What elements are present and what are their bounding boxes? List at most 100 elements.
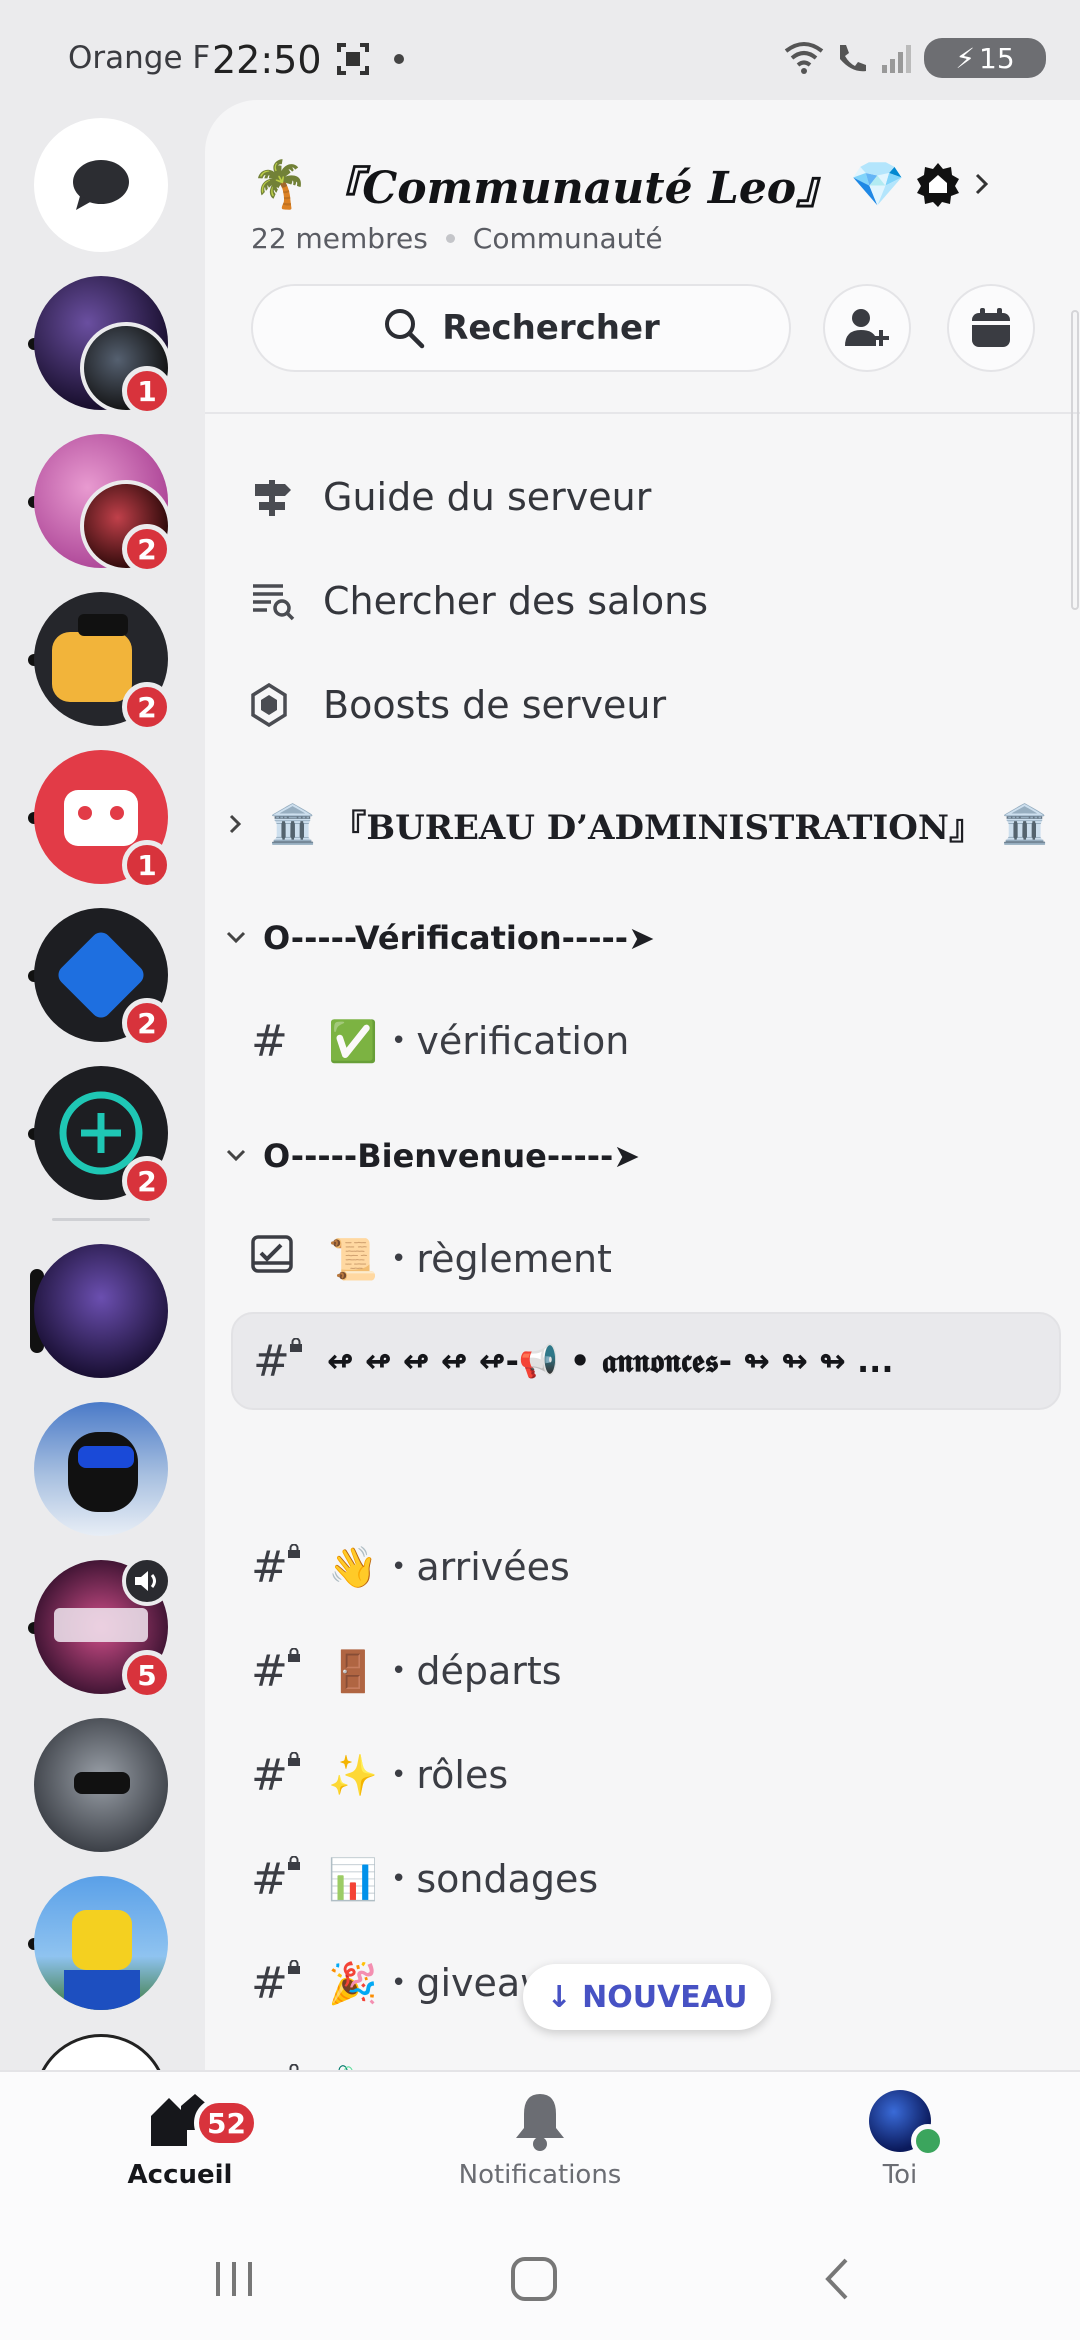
category-label: O-----Bienvenue-----➤ xyxy=(263,1137,641,1175)
channel-emoji: 📜 xyxy=(328,1236,378,1283)
unread-badge: 2 xyxy=(122,524,172,574)
server-icon[interactable]: 1 xyxy=(28,750,172,890)
channel-arrivals[interactable]: # 👋 • arrivées xyxy=(251,1532,570,1602)
server-subtitle: 22 membres Communauté xyxy=(251,222,663,255)
channel-verification[interactable]: # ✅ • vérification xyxy=(251,1006,629,1076)
back-icon[interactable] xyxy=(818,2254,858,2304)
channel-emoji: 📊 xyxy=(328,1856,378,1903)
browse-channels-item[interactable]: Chercher des salons xyxy=(251,566,708,636)
chat-bubble-icon xyxy=(73,160,129,210)
server-icon[interactable]: 5 xyxy=(28,1556,172,1700)
channel-panel: 🌴 『Communauté Leo』 💎 22 membres Communau… xyxy=(205,100,1080,2070)
server-rail: 1 2 2 1 2 2 5 xyxy=(0,100,205,2070)
server-name: 『Communauté Leo』 xyxy=(318,163,841,214)
server-type: Communauté xyxy=(472,222,663,255)
category-label: O-----Vérification-----➤ xyxy=(263,919,655,957)
search-icon xyxy=(385,309,425,349)
battery-level: 15 xyxy=(979,41,1015,75)
system-navigation-bar xyxy=(0,2220,1080,2340)
wifi-call-icon xyxy=(840,45,866,72)
scrollbar[interactable] xyxy=(1071,310,1079,610)
bank-icon: 🏛️ xyxy=(1001,801,1049,846)
server-icon[interactable]: 2 xyxy=(28,1066,172,1206)
community-badge-icon xyxy=(916,163,959,207)
channel-polls[interactable]: # 📊 • sondages xyxy=(251,1844,598,1914)
unread-badge: 5 xyxy=(122,1650,172,1700)
chevron-down-icon xyxy=(226,931,246,944)
unread-badge: 2 xyxy=(122,998,172,1048)
tab-label: Toi xyxy=(882,2160,918,2190)
server-icon[interactable]: 2 xyxy=(28,592,172,732)
bell-icon xyxy=(516,2094,564,2151)
chevron-right-icon xyxy=(229,814,242,834)
channel-name: ↫ ↫ ↫ ↫ ↫-📢 • 𝖆𝖓𝖓𝖔𝖓𝖈𝖊𝖘- ↬ ↬ ↬ ... xyxy=(327,1341,894,1380)
server-icon[interactable]: 2 xyxy=(28,908,172,1048)
category-admin[interactable]: 🏛️ 『BUREAU D’ADMINISTRATION』 🏛️ xyxy=(221,794,1048,854)
rules-channel-icon xyxy=(251,1233,303,1286)
server-icon[interactable] xyxy=(28,1876,168,2010)
recents-icon[interactable] xyxy=(210,2254,258,2304)
home-icon[interactable] xyxy=(508,2254,560,2304)
channel-name: règlement xyxy=(416,1237,612,1281)
unread-badge: 1 xyxy=(122,366,172,416)
channel-roles[interactable]: # ✨ • rôles xyxy=(251,1740,508,1810)
hash-lock-icon: # xyxy=(251,1854,303,1905)
signpost-icon xyxy=(255,480,291,516)
status-bar: Orange F 22:50 ⚡ 15 xyxy=(0,0,1080,110)
tab-me[interactable]: Toi xyxy=(790,2090,1010,2190)
server-header[interactable]: 🌴 『Communauté Leo』 💎 xyxy=(251,152,993,216)
server-icon[interactable] xyxy=(34,1402,168,1536)
calendar-icon xyxy=(972,308,1010,347)
tab-label: Notifications xyxy=(458,2160,622,2190)
voice-activity-icon xyxy=(122,1556,172,1606)
server-boosts-item[interactable]: Boosts de serveur xyxy=(251,670,666,740)
server-icon[interactable]: 2 xyxy=(28,434,172,574)
palm-tree-icon: 🌴 xyxy=(251,156,309,211)
invite-button[interactable] xyxy=(823,284,911,372)
channel-announcements-selected[interactable]: # ↫ ↫ ↫ ↫ ↫-📢 • 𝖆𝖓𝖓𝖔𝖓𝖈𝖊𝖘- ↬ ↬ ↬ ... xyxy=(231,1312,1061,1410)
channel-shop[interactable]: # 🛍️ • bouti xyxy=(251,2052,513,2070)
header-divider xyxy=(205,412,1080,414)
unread-badge: 1 xyxy=(122,840,172,890)
tab-label: Accueil xyxy=(127,2160,233,2190)
channel-name: vérification xyxy=(416,1019,630,1063)
rail-divider xyxy=(52,1218,150,1221)
server-icon-selected[interactable] xyxy=(30,1244,168,1378)
channel-emoji: 👋 xyxy=(328,1544,378,1591)
server-guide-item[interactable]: Guide du serveur xyxy=(251,462,651,532)
search-button[interactable]: Rechercher xyxy=(251,284,791,372)
channel-emoji: 🎉 xyxy=(328,1960,378,2007)
menu-item-label: Chercher des salons xyxy=(323,579,708,623)
hash-lock-icon: # xyxy=(251,1958,303,2009)
screenshot-icon xyxy=(337,43,369,75)
channel-name: rôles xyxy=(416,1753,509,1797)
server-icon[interactable] xyxy=(34,1718,168,1852)
add-user-icon xyxy=(845,309,889,346)
new-pill-label: ↓ NOUVEAU xyxy=(546,1979,748,2015)
channel-departures[interactable]: # 🚪 • départs xyxy=(251,1636,562,1706)
boost-gem-icon xyxy=(251,683,287,727)
hash-icon: # xyxy=(251,1015,288,1067)
user-avatar xyxy=(869,2090,945,2158)
online-status-icon xyxy=(911,2124,945,2158)
tab-home[interactable]: Accueil xyxy=(70,2090,290,2190)
tab-notifications[interactable]: Notifications xyxy=(430,2090,650,2190)
category-verification[interactable]: O-----Vérification-----➤ xyxy=(221,908,655,968)
signal-icon xyxy=(882,45,911,73)
channel-rules[interactable]: 📜 • règlement xyxy=(251,1224,612,1294)
category-welcome[interactable]: O-----Bienvenue-----➤ xyxy=(221,1126,640,1186)
new-messages-pill[interactable]: ↓ NOUVEAU xyxy=(523,1964,771,2030)
wifi-icon xyxy=(784,42,824,74)
channel-name: arrivées xyxy=(416,1545,570,1589)
chevron-down-icon xyxy=(226,1149,246,1162)
events-button[interactable] xyxy=(947,284,1035,372)
menu-item-label: Boosts de serveur xyxy=(323,683,667,727)
notification-dot-icon xyxy=(394,54,404,64)
server-icon[interactable]: 1 xyxy=(28,276,172,416)
hash-lock-icon: # xyxy=(251,1646,303,1697)
member-count: 22 membres xyxy=(251,222,428,255)
channel-emoji: ✨ xyxy=(328,1752,378,1799)
direct-messages-button[interactable] xyxy=(34,118,168,252)
server-icon[interactable] xyxy=(34,2034,168,2070)
hash-lock-icon: # xyxy=(251,1542,303,1593)
